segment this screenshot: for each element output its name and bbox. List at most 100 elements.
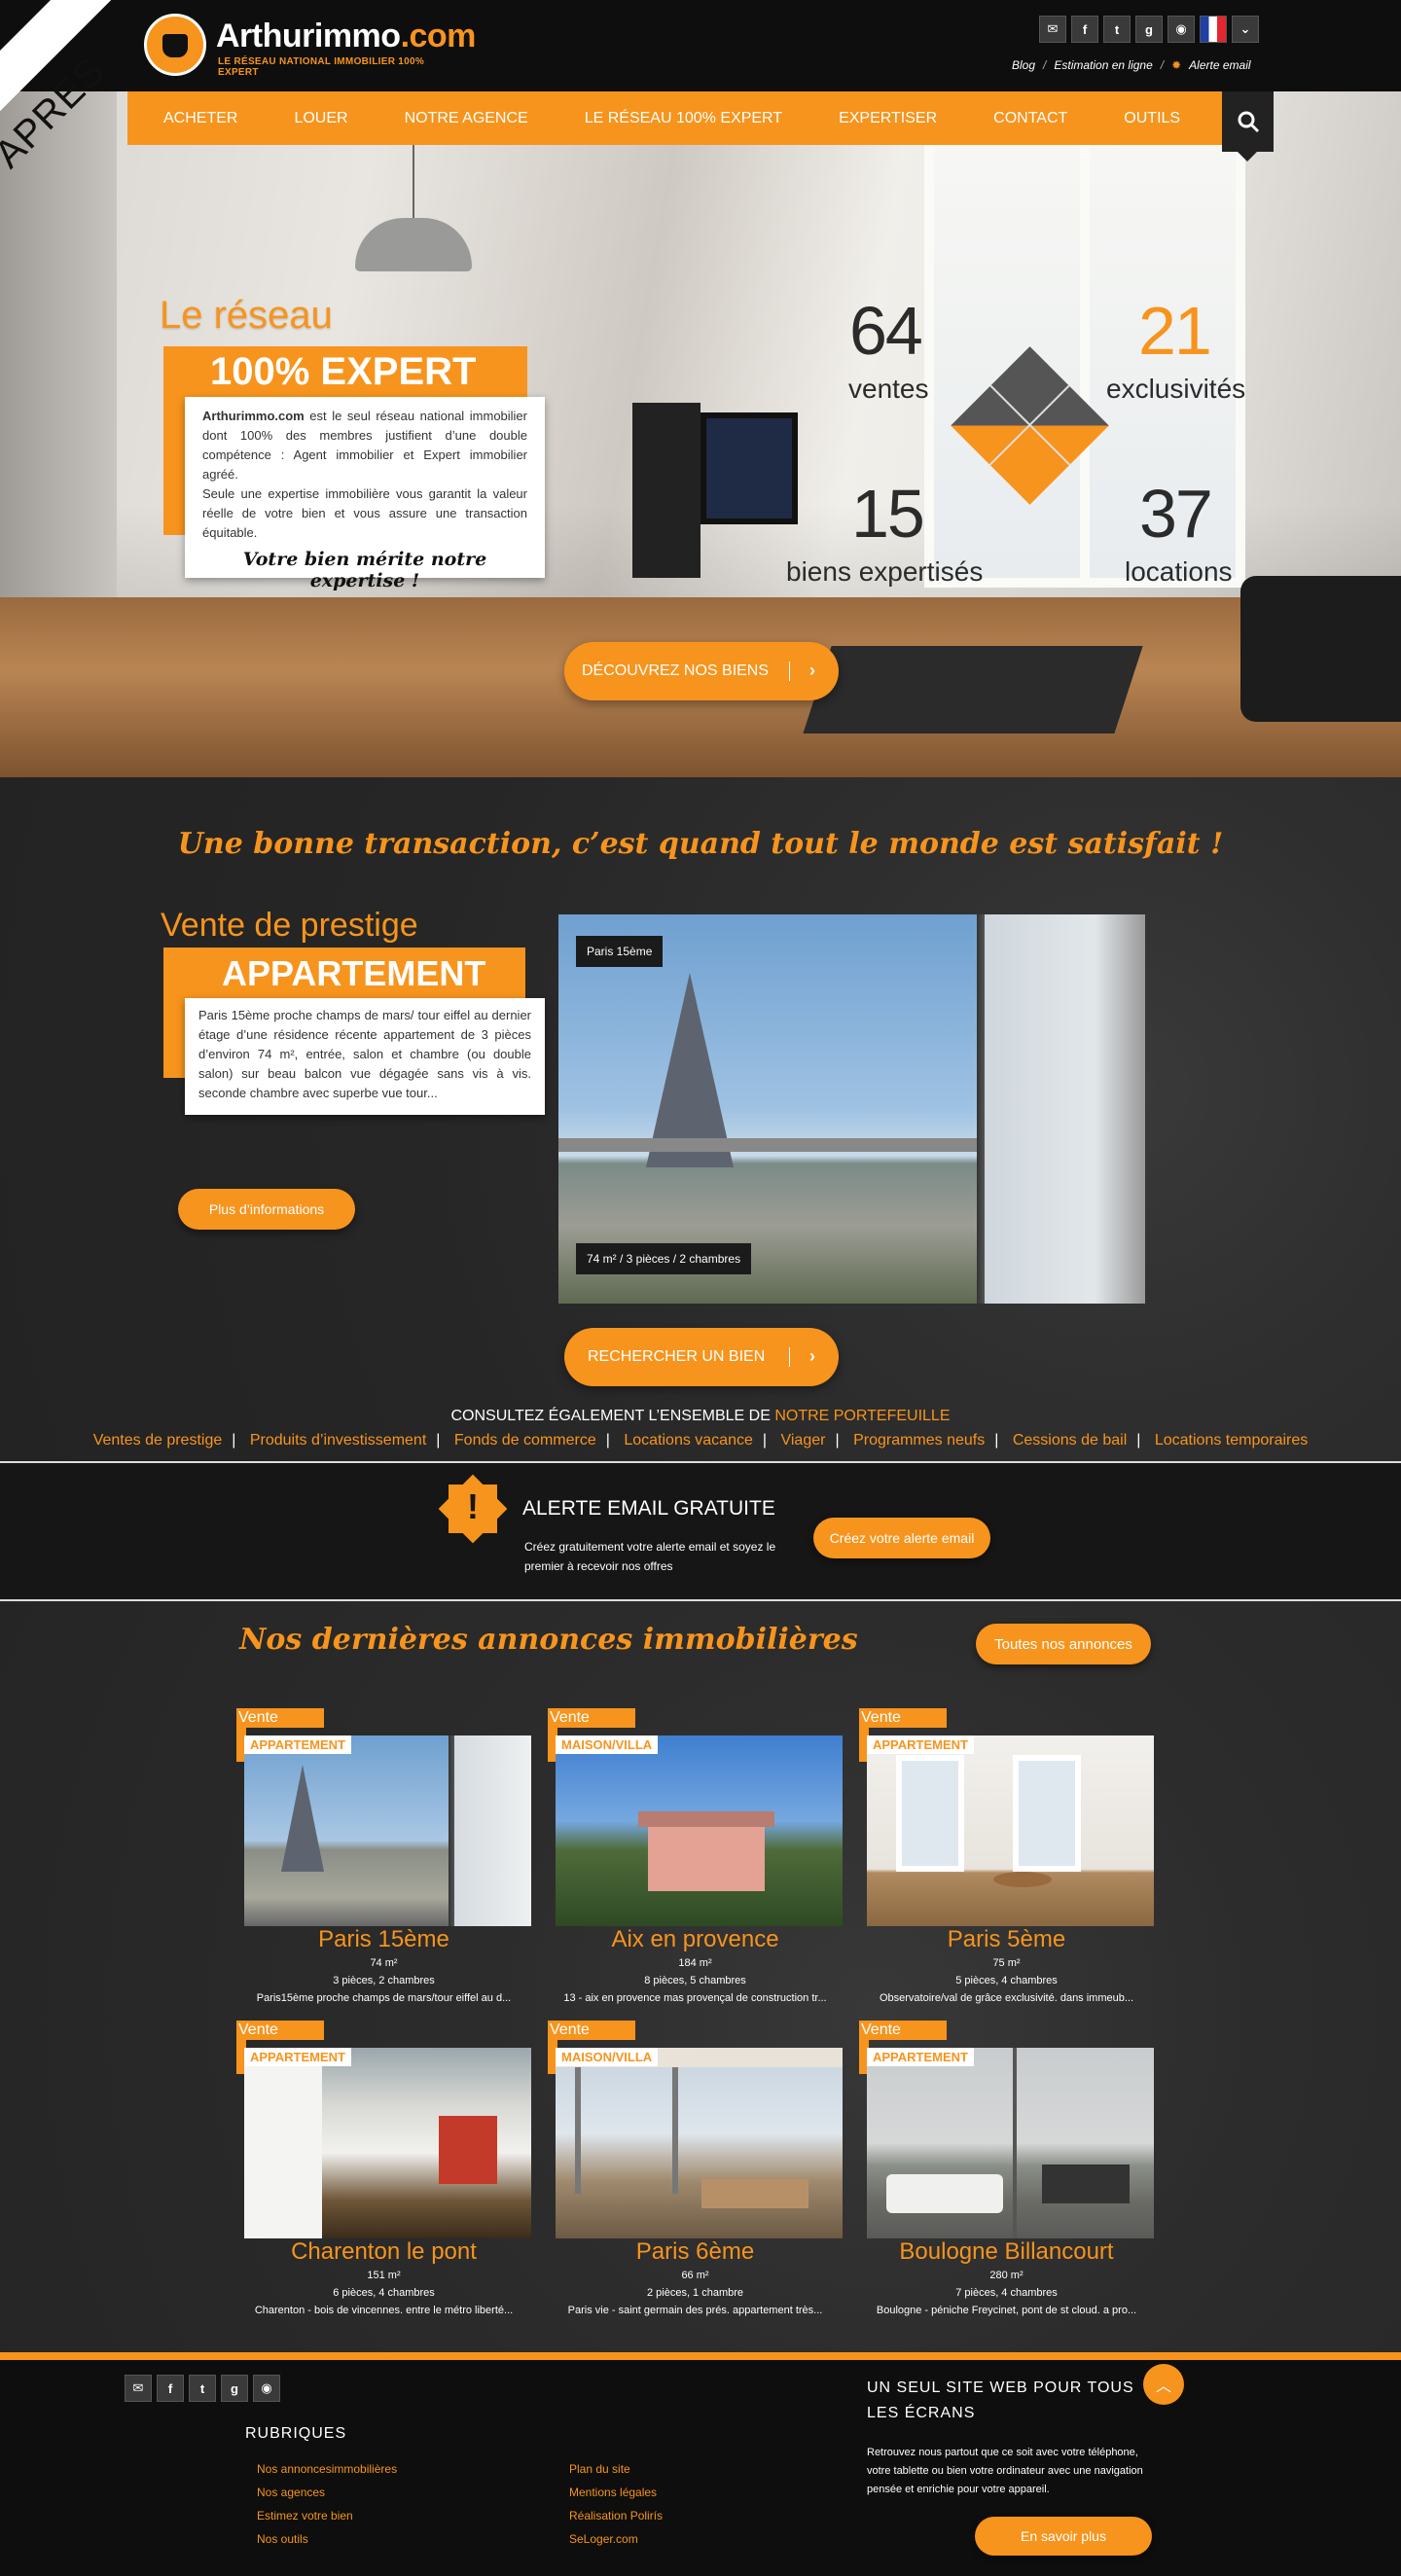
twitter-icon[interactable]: t [1103,16,1131,43]
stat-locations-value: 37 [1139,476,1213,552]
google-plus-icon[interactable]: g [221,2375,248,2402]
google-plus-icon[interactable]: g [1135,16,1163,43]
portfolio-link-investissement[interactable]: Produits d’investissement [250,1432,426,1449]
portfolio-link-cessions[interactable]: Cessions de bail [1013,1432,1127,1449]
listing-surface: 151 m² [367,2270,401,2281]
listing-city: Boulogne Billancourt [899,2238,1114,2265]
listing-tag: Vente [548,2021,635,2040]
hero-expert-accent [163,399,185,535]
online-estimate-link[interactable]: Estimation en ligne [1054,58,1152,72]
section-tagline: Une bonne transaction, c’est quand tout … [177,827,1224,861]
mail-icon[interactable]: ✉ [1039,16,1066,43]
nav-notre-agence[interactable]: Notre agence [369,110,549,127]
facebook-icon[interactable]: f [1071,16,1098,43]
listing-card[interactable]: Vente APPARTEMENT Paris 5ème 75 m² 5 piè… [859,1708,1154,2010]
listing-photo [244,1735,531,1926]
stat-expertises-value: 15 [851,476,925,552]
listing-card[interactable]: Vente APPARTEMENT Paris 15ème 74 m² 3 pi… [236,1708,531,2010]
listing-photo [244,2048,531,2238]
listing-description: 13 - aix en provence mas provençal de co… [563,1992,827,2004]
discover-properties-label: Découvrez nos biens [582,662,770,679]
listing-photo [867,1735,1154,1926]
listing-photo [556,2048,843,2238]
listing-photo [556,1735,843,1926]
listing-rooms: 3 pièces, 2 chambres [333,1975,435,1986]
nav-contact[interactable]: Contact [957,110,1088,127]
listing-type: APPARTEMENT [867,1735,974,1754]
prestige-type-bar: APPARTEMENT [163,948,525,1000]
stat-ventes-label: ventes [848,374,929,404]
nav-louer[interactable]: Louer [258,110,368,127]
footer-link-mentions[interactable]: Mentions légales [569,2481,663,2504]
portfolio-line: Consultez également l’ensemble de notre … [450,1408,951,1424]
portfolio-link-viager[interactable]: Viager [780,1432,825,1449]
listing-card[interactable]: Vente APPARTEMENT Charenton le pont 151 … [236,2021,531,2322]
all-listings-button[interactable]: Toutes nos annonces [976,1624,1151,1664]
listing-card[interactable]: Vente MAISON/VILLA Paris 6ème 66 m² 2 pi… [548,2021,843,2322]
prestige-description-box: Paris 15ème proche champs de mars/ tour … [185,998,545,1115]
prestige-photo[interactable]: Paris 15ème 74 m² / 3 pièces / 2 chambre… [558,914,1145,1304]
balcony-rail [558,1138,977,1152]
listing-card[interactable]: Vente APPARTEMENT Boulogne Billancourt 2… [859,2021,1154,2322]
top-social-bar: ✉ f t g ◉ ⌄ [1039,16,1259,45]
chevron-right-icon: › [809,1346,815,1366]
nav-acheter[interactable]: Acheter [127,110,258,127]
listing-description: Paris vie - saint germain des prés. appa… [567,2305,823,2316]
rss-icon[interactable]: ◉ [1168,16,1195,43]
hero-expert-title: 100% EXPERT [210,350,477,393]
footer-link-realisation[interactable]: Réalisation Polirís [569,2504,663,2527]
hero-tv [700,412,798,524]
nav-reseau[interactable]: Le réseau 100% expert [549,110,803,127]
listing-type: APPARTEMENT [244,1735,351,1754]
chevron-down-icon[interactable]: ⌄ [1232,16,1259,43]
hero-text-1: Arthurimmo.com est le seul réseau nation… [202,409,527,482]
listing-city: Paris 5ème [947,1926,1066,1952]
footer-link-annonces[interactable]: Nos annoncesimmobilières [257,2457,397,2481]
listing-surface: 75 m² [992,1957,1021,1969]
footer-link-outils[interactable]: Nos outils [257,2527,397,2551]
listing-city: Paris 15ème [318,1926,449,1952]
portfolio-link-temporaires[interactable]: Locations temporaires [1155,1432,1308,1449]
create-alert-button[interactable]: Créez votre alerte email [813,1518,990,1558]
email-alert-link[interactable]: Alerte email [1189,58,1250,72]
listing-surface: 184 m² [678,1957,712,1969]
gear-icon: ✹ [1171,58,1182,72]
listing-city: Aix en provence [611,1926,779,1952]
footer-link-agences[interactable]: Nos agences [257,2481,397,2504]
blog-link[interactable]: Blog [1012,58,1035,72]
photo-details-tag: 74 m² / 3 pièces / 2 chambres [576,1243,752,1274]
twitter-icon[interactable]: t [189,2375,216,2402]
listing-rooms: 6 pièces, 4 chambres [333,2287,435,2299]
listing-tag: Vente [236,1708,324,1728]
site-logo[interactable]: Arthurimmo.com LE RÉSEAU NATIONAL IMMOBI… [144,14,476,80]
nav-outils[interactable]: Outils [1088,110,1201,127]
more-info-button[interactable]: Plus d’informations [178,1189,355,1230]
portfolio-link-commerce[interactable]: Fonds de commerce [454,1432,596,1449]
portfolio-link-prestige[interactable]: Ventes de prestige [93,1432,223,1449]
search-button[interactable] [1222,91,1274,161]
mail-icon[interactable]: ✉ [125,2375,152,2402]
listing-city: Charenton le pont [291,2238,477,2265]
learn-more-button[interactable]: En savoir plus [975,2517,1152,2556]
discover-properties-button[interactable]: Découvrez nos biens › [564,642,839,700]
stat-locations-label: locations [1125,556,1233,587]
portfolio-link[interactable]: notre portefeuille [774,1408,950,1424]
french-flag-icon[interactable] [1200,16,1227,43]
footer-link-seloger[interactable]: SeLoger.com [569,2527,663,2551]
rss-icon[interactable]: ◉ [253,2375,280,2402]
footer-social-bar: ✉ f t g ◉ [125,2375,280,2402]
top-links: Blog / Estimation en ligne / ✹ Alerte em… [1012,58,1251,72]
listing-card[interactable]: Vente MAISON/VILLA Aix en provence 184 m… [548,1708,843,2010]
facebook-icon[interactable]: f [157,2375,184,2402]
portfolio-link-neufs[interactable]: Programmes neufs [853,1432,985,1449]
search-property-button[interactable]: Rechercher un bien › [564,1328,839,1386]
hero-text-2: Seule une expertise immobilière vous gar… [202,486,527,540]
search-property-label: Rechercher un bien [588,1348,766,1365]
portfolio-link-vacance[interactable]: Locations vacance [624,1432,753,1449]
hero-reseau-label: Le réseau [160,294,333,337]
hero-tv-unit [632,403,700,578]
hero-motto: Votre bien mérite notre expertise ! [242,549,487,591]
footer-link-plan[interactable]: Plan du site [569,2457,663,2481]
nav-expertiser[interactable]: Expertiser [803,110,957,127]
footer-link-estimez[interactable]: Estimez votre bien [257,2504,397,2527]
